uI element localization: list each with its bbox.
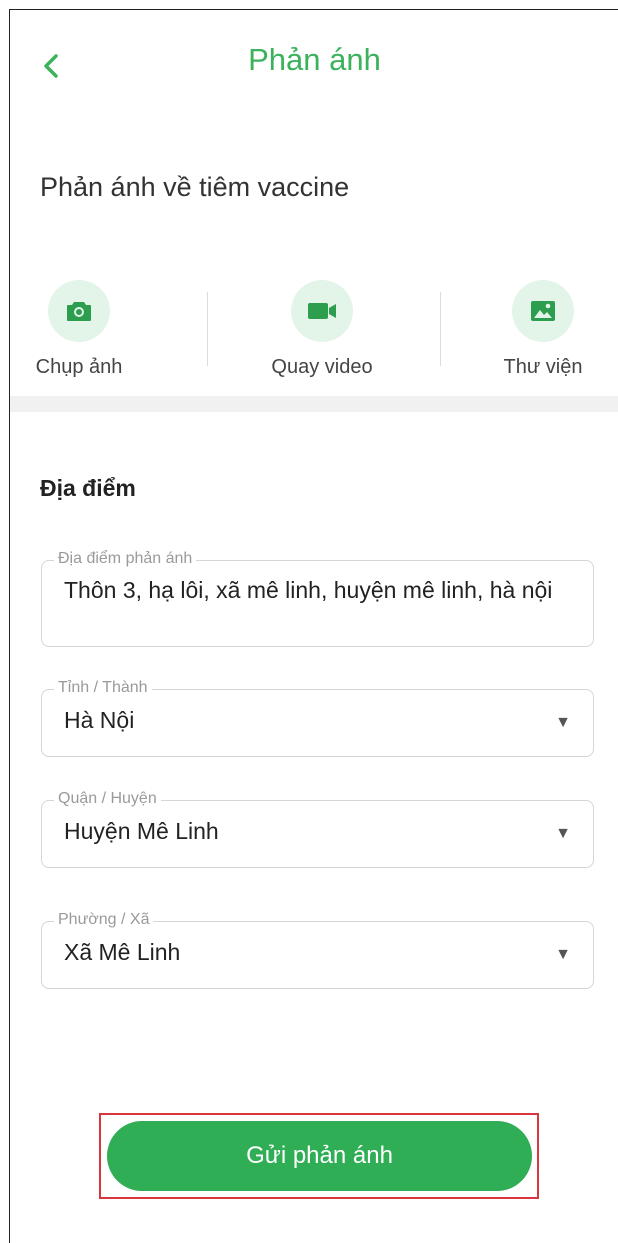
address-field-label: Địa điểm phản ánh <box>54 549 197 569</box>
province-select[interactable]: Tỉnh / Thành Hà Nội ▼ <box>41 678 594 757</box>
header: Phản ánh <box>10 10 618 110</box>
media-actions: Chụp ảnh Quay video Thư viện <box>10 280 618 390</box>
district-select-label: Quận / Huyện <box>54 789 161 809</box>
take-photo-button[interactable]: Chụp ảnh <box>0 280 159 379</box>
district-select[interactable]: Quận / Huyện Huyện Mê Linh ▼ <box>41 789 594 868</box>
ward-select-value: Xã Mê Linh <box>64 939 181 965</box>
camera-icon <box>48 280 110 342</box>
gallery-icon <box>512 280 574 342</box>
dropdown-arrow-icon: ▼ <box>555 946 571 963</box>
page-title: Phản ánh <box>248 42 381 77</box>
take-photo-label: Chụp ảnh <box>35 356 123 378</box>
address-field-value: Thôn 3, hạ lôi, xã mê linh, huyện mê lin… <box>64 577 553 603</box>
province-select-value: Hà Nội <box>64 707 135 733</box>
record-video-button[interactable]: Quay video <box>242 280 402 379</box>
dropdown-arrow-icon: ▼ <box>555 825 571 842</box>
submit-report-button[interactable]: Gửi phản ánh <box>107 1121 532 1191</box>
app-screen: Phản ánh Phản ánh về tiêm vaccine Chụp ả… <box>9 9 618 1243</box>
location-section-title: Địa điểm <box>40 475 136 501</box>
dropdown-arrow-icon: ▼ <box>555 714 571 731</box>
ward-select-label: Phường / Xã <box>54 910 154 930</box>
district-select-value: Huyện Mê Linh <box>64 818 219 844</box>
gallery-button[interactable]: Thư viện <box>463 280 618 379</box>
province-select-label: Tỉnh / Thành <box>54 678 152 698</box>
gallery-label: Thư viện <box>503 356 583 378</box>
divider <box>440 292 441 366</box>
divider <box>207 292 208 366</box>
address-field[interactable]: Địa điểm phản ánh Thôn 3, hạ lôi, xã mê … <box>41 549 594 647</box>
section-divider <box>10 396 618 412</box>
video-camera-icon <box>291 280 353 342</box>
ward-select[interactable]: Phường / Xã Xã Mê Linh ▼ <box>41 910 594 989</box>
report-subtitle: Phản ánh về tiêm vaccine <box>40 172 350 202</box>
record-video-label: Quay video <box>271 356 373 378</box>
